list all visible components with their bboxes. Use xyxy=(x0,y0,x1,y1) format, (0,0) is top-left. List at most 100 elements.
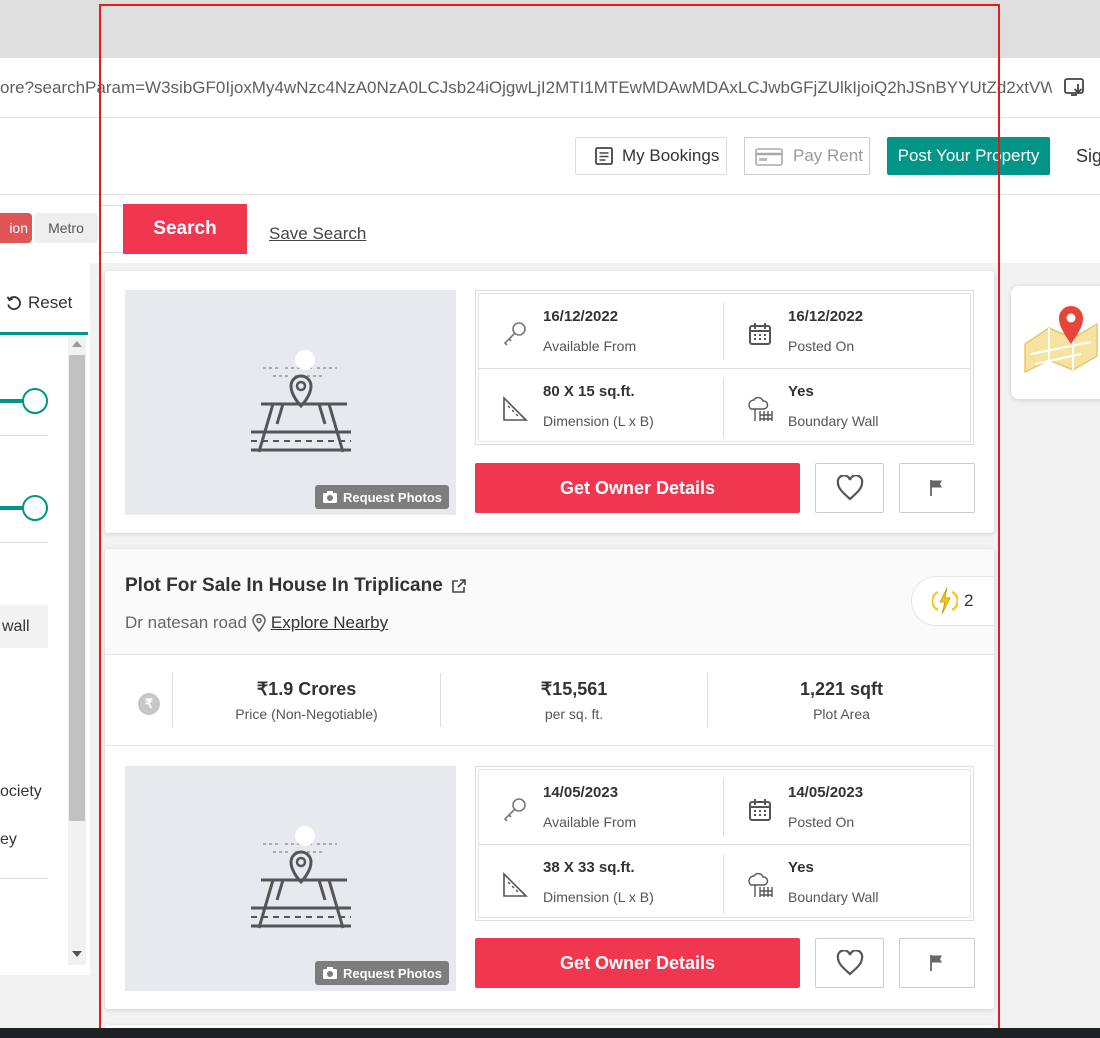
per-sqft-value: ₹15,561 xyxy=(540,679,608,699)
browser-tab-strip xyxy=(0,0,1100,58)
filter-panel: Reset wall ociety ey xyxy=(0,263,90,975)
request-photos-button[interactable]: Request Photos xyxy=(315,961,449,985)
heart-icon xyxy=(836,950,863,976)
flag-icon xyxy=(930,955,942,971)
dimension-icon xyxy=(503,396,528,421)
divider xyxy=(0,435,48,436)
boundary-wall-value: Yes xyxy=(788,859,814,876)
request-photos-button[interactable]: Request Photos xyxy=(315,485,449,509)
society-option[interactable]: ociety xyxy=(0,783,42,801)
divider xyxy=(723,378,724,438)
reset-icon xyxy=(6,296,21,310)
dimension-cell: 80 X 15 sq.ft. Dimension (L x B) xyxy=(479,369,719,443)
search-bar: ion Metro Search Save Search xyxy=(0,195,1100,263)
price-row: ₹ ₹1.9 Crores Price (Non-Negotiable) ₹15… xyxy=(105,655,994,746)
map-pin-icon xyxy=(1024,306,1098,374)
post-property-button[interactable]: Post Your Property xyxy=(887,137,1050,175)
calendar-icon xyxy=(749,323,771,345)
address-bar[interactable]: ore?searchParam=W3sibGF0IjoxMy4wNzc4NzA0… xyxy=(0,58,1100,118)
location-toggle[interactable]: ion xyxy=(0,213,32,243)
boost-count: 2 xyxy=(964,591,974,610)
dimension-cell: 38 X 33 sq.ft. Dimension (L x B) xyxy=(479,845,719,919)
listing-card: Request Photos 16/12/2022 Available From… xyxy=(105,271,994,533)
filter-option[interactable]: ey xyxy=(0,831,17,849)
range-slider-handle[interactable] xyxy=(22,495,48,521)
key-icon xyxy=(503,798,526,822)
boundary-wall-icon xyxy=(748,872,773,897)
listing-card: Plot For Sale In House In Triplicane Dr … xyxy=(105,549,994,1009)
install-app-icon[interactable] xyxy=(1064,78,1086,98)
post-property-label: Post Your Property xyxy=(897,146,1040,165)
explore-nearby-link[interactable]: Explore Nearby xyxy=(271,613,388,633)
scroll-down-icon[interactable] xyxy=(72,951,82,957)
boundary-wall-value: Yes xyxy=(788,383,814,400)
boost-badge[interactable]: 2 xyxy=(911,576,994,626)
search-button[interactable]: Search xyxy=(123,204,247,254)
shortlist-button[interactable] xyxy=(815,463,884,513)
available-from-label: Available From xyxy=(543,338,637,354)
listing-header: Plot For Sale In House In Triplicane Dr … xyxy=(105,549,994,655)
filter-scrollbar[interactable] xyxy=(68,335,86,965)
sign-in-link[interactable]: Sig xyxy=(1076,146,1100,167)
scroll-thumb[interactable] xyxy=(69,355,85,821)
search-input[interactable] xyxy=(99,205,123,253)
report-button[interactable] xyxy=(899,938,975,988)
dimension-value: 38 X 33 sq.ft. xyxy=(543,859,635,876)
posted-on-cell: 16/12/2022 Posted On xyxy=(724,294,964,368)
range-slider-handle[interactable] xyxy=(22,388,48,414)
shortlist-button[interactable] xyxy=(815,938,884,988)
rupee-icon: ₹ xyxy=(138,693,160,715)
key-icon xyxy=(503,322,526,346)
reset-button[interactable]: Reset xyxy=(6,293,72,313)
save-search-link[interactable]: Save Search xyxy=(269,224,366,244)
price-column: ₹1.9 Crores Price (Non-Negotiable) xyxy=(173,673,440,727)
posted-on-value: 16/12/2022 xyxy=(788,308,864,325)
get-owner-details-button[interactable]: Get Owner Details xyxy=(475,463,800,513)
scroll-up-icon[interactable] xyxy=(72,341,82,347)
divider xyxy=(723,302,724,360)
boundary-wall-label: Boundary Wall xyxy=(788,413,879,429)
pay-rent-button[interactable]: Pay Rent xyxy=(744,137,870,175)
available-from-value: 14/05/2023 xyxy=(543,784,619,801)
available-from-value: 16/12/2022 xyxy=(543,308,619,325)
flag-icon xyxy=(930,480,942,496)
report-button[interactable] xyxy=(899,463,975,513)
available-from-label: Available From xyxy=(543,814,637,830)
boundary-wall-label: Boundary Wall xyxy=(788,889,879,905)
dimension-label: Dimension (L x B) xyxy=(543,889,654,905)
dimension-icon xyxy=(503,872,528,897)
camera-icon xyxy=(323,491,338,503)
url-text[interactable]: ore?searchParam=W3sibGF0IjoxMy4wNzc4NzA0… xyxy=(0,78,1052,98)
metro-toggle[interactable]: Metro xyxy=(34,213,98,243)
boundary-wall-cell: Yes Boundary Wall xyxy=(724,369,964,443)
per-sqft-column: ₹15,561 per sq. ft. xyxy=(441,673,707,727)
price-label: Price (Non-Negotiable) xyxy=(235,706,378,722)
details-grid: 16/12/2022 Available From 16/12/2022 Pos… xyxy=(475,290,974,445)
listing-title-link[interactable]: Plot For Sale In House In Triplicane xyxy=(125,575,467,597)
lightning-icon xyxy=(932,587,958,615)
location-pin-icon xyxy=(252,614,266,632)
bookings-icon xyxy=(595,147,613,165)
heart-icon xyxy=(836,475,863,501)
boundary-wall-chip[interactable]: wall xyxy=(0,605,48,648)
boundary-wall-cell: Yes Boundary Wall xyxy=(724,845,964,919)
get-owner-details-button[interactable]: Get Owner Details xyxy=(475,938,800,988)
calendar-icon xyxy=(749,799,771,821)
details-grid-inner: 14/05/2023 Available From 14/05/2023 Pos… xyxy=(478,769,971,918)
request-photos-label: Request Photos xyxy=(343,965,442,981)
property-photo-placeholder: Request Photos xyxy=(125,290,456,515)
divider xyxy=(0,542,48,543)
price-value: ₹1.9 Crores xyxy=(256,679,357,699)
area-label: Plot Area xyxy=(813,706,870,722)
my-bookings-button[interactable]: My Bookings xyxy=(575,137,727,175)
site-header: My Bookings Pay Rent Post Your Property … xyxy=(0,118,1100,195)
per-sqft-label: per sq. ft. xyxy=(544,706,604,722)
available-from-cell: 14/05/2023 Available From xyxy=(479,770,719,844)
posted-on-cell: 14/05/2023 Posted On xyxy=(724,770,964,844)
divider xyxy=(723,778,724,836)
dimension-value: 80 X 15 sq.ft. xyxy=(543,383,635,400)
available-from-cell: 16/12/2022 Available From xyxy=(479,294,719,368)
map-view-button[interactable] xyxy=(1011,286,1100,399)
details-grid: 14/05/2023 Available From 14/05/2023 Pos… xyxy=(475,766,974,921)
area-column: 1,221 sqft Plot Area xyxy=(708,673,975,727)
